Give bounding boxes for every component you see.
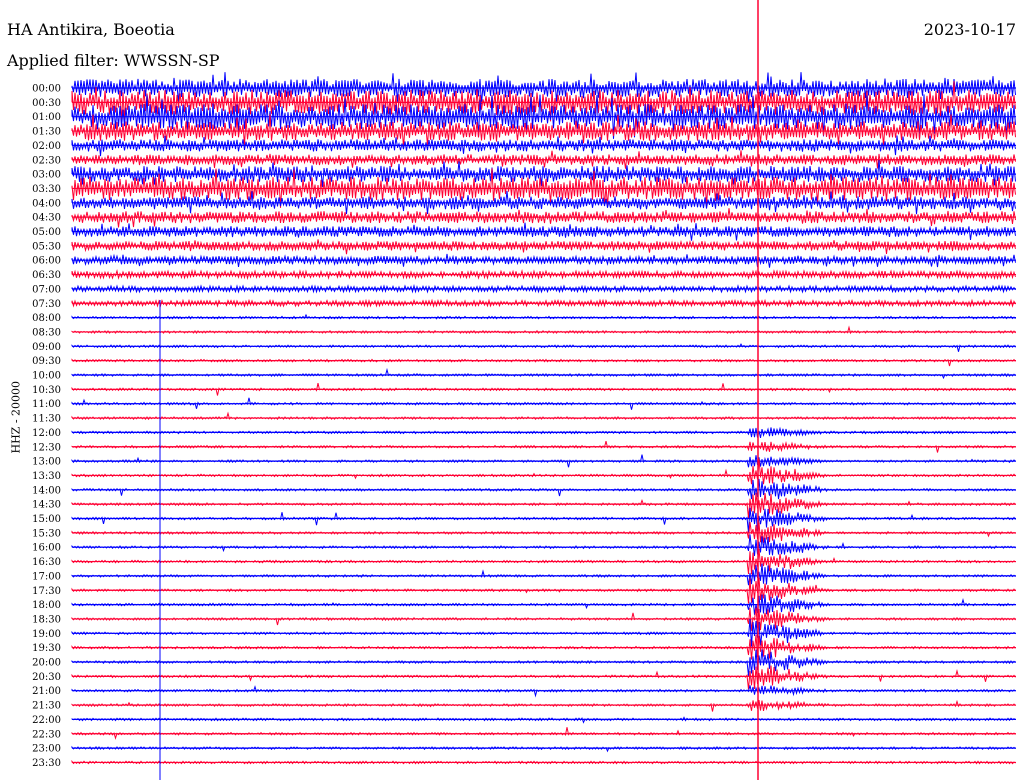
seismogram-plot: 00:00 00:30 01:00 01:30 02:00 02:30 03:00 03:30… bbox=[32, 0, 1016, 780]
time-label: 21:30 bbox=[32, 701, 61, 712]
time-label: 09:00 bbox=[32, 342, 61, 353]
time-label: 15:00 bbox=[32, 514, 61, 525]
time-label: 16:00 bbox=[32, 543, 61, 554]
time-label: 18:00 bbox=[32, 600, 61, 611]
trace-line bbox=[71, 313, 1016, 320]
time-label: 08:00 bbox=[32, 313, 61, 324]
time-label: 10:00 bbox=[32, 371, 61, 382]
time-label: 15:30 bbox=[32, 528, 61, 539]
trace-line bbox=[71, 478, 1016, 500]
time-label: 06:30 bbox=[32, 270, 61, 281]
time-label: 12:00 bbox=[32, 428, 61, 439]
time-label: 07:30 bbox=[32, 299, 61, 310]
time-label: 03:00 bbox=[32, 170, 61, 181]
time-label: 22:00 bbox=[32, 715, 61, 726]
trace-line bbox=[71, 699, 1016, 712]
time-label: 19:30 bbox=[32, 643, 61, 654]
time-label: 11:30 bbox=[32, 414, 61, 425]
time-label: 05:00 bbox=[32, 227, 61, 238]
time-label: 05:30 bbox=[32, 241, 61, 252]
time-label: 14:30 bbox=[32, 500, 61, 511]
time-label: 19:00 bbox=[32, 629, 61, 640]
trace-line bbox=[71, 634, 1016, 660]
trace-line bbox=[71, 507, 1016, 533]
time-label: 18:30 bbox=[32, 614, 61, 625]
time-label: 00:30 bbox=[32, 98, 61, 109]
trace-line bbox=[71, 239, 1016, 255]
trace-line bbox=[71, 343, 1016, 352]
time-label: 22:30 bbox=[32, 729, 61, 740]
time-label: 20:30 bbox=[32, 672, 61, 683]
time-label: 17:00 bbox=[32, 571, 61, 582]
trace-line bbox=[71, 208, 1016, 228]
time-label: 01:30 bbox=[32, 127, 61, 138]
time-label: 23:30 bbox=[32, 758, 61, 769]
time-label: 17:30 bbox=[32, 586, 61, 597]
trace-line bbox=[71, 727, 1016, 740]
time-label: 00:00 bbox=[32, 84, 61, 95]
time-label: 12:30 bbox=[32, 442, 61, 453]
time-label: 10:30 bbox=[32, 385, 61, 396]
time-label: 02:00 bbox=[32, 141, 61, 152]
time-label: 04:00 bbox=[32, 198, 61, 209]
time-label: 11:00 bbox=[32, 399, 61, 410]
time-label: 23:00 bbox=[32, 744, 61, 755]
trace-line bbox=[71, 563, 1016, 586]
trace-line bbox=[71, 367, 1016, 380]
time-label: 06:00 bbox=[32, 256, 61, 267]
time-label: 02:30 bbox=[32, 155, 61, 166]
time-label: 21:00 bbox=[32, 686, 61, 697]
time-label: 07:00 bbox=[32, 284, 61, 295]
time-label: 20:00 bbox=[32, 658, 61, 669]
time-label: 04:30 bbox=[32, 213, 61, 224]
time-label: 09:30 bbox=[32, 356, 61, 367]
trace-line bbox=[71, 649, 1016, 677]
trace-line bbox=[71, 665, 1016, 690]
time-label: 08:30 bbox=[32, 327, 61, 338]
trace-line bbox=[71, 534, 1016, 556]
time-label: 16:30 bbox=[32, 557, 61, 568]
time-label: 14:00 bbox=[32, 485, 61, 496]
trace-line bbox=[71, 492, 1016, 518]
time-label: 13:00 bbox=[32, 457, 61, 468]
time-label: 01:00 bbox=[32, 112, 61, 123]
time-label: 13:30 bbox=[32, 471, 61, 482]
time-label: 03:30 bbox=[32, 184, 61, 195]
trace-line bbox=[71, 458, 1016, 485]
